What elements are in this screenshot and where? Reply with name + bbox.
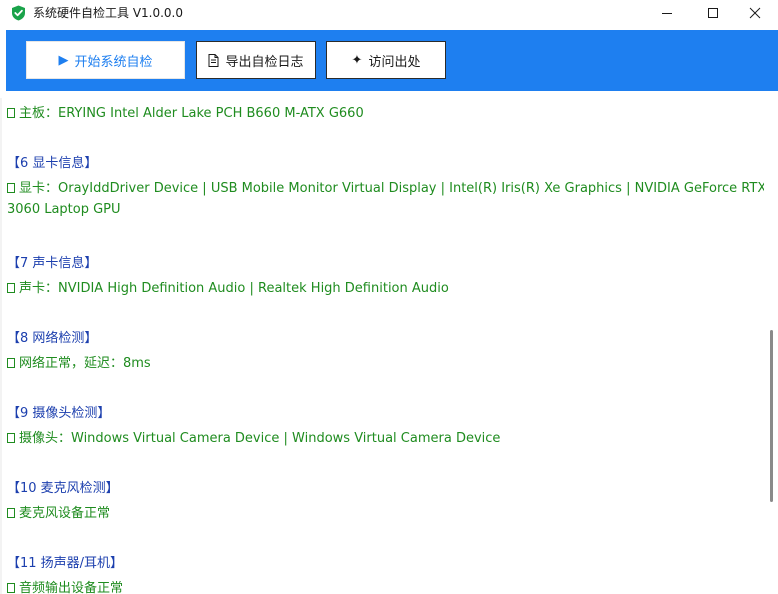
- window-title: 系统硬件自检工具 V1.0.0.0: [33, 6, 184, 20]
- status-box-icon: [7, 358, 15, 368]
- status-box-icon: [7, 583, 15, 593]
- log-line-motherboard: 主板：ERYING Intel Alder Lake PCH B660 M-AT…: [7, 102, 364, 121]
- log-line-gpu-cont: 3060 Laptop GPU: [7, 202, 121, 217]
- scrollbar-thumb[interactable]: [770, 330, 773, 502]
- log-heading-microphone: 【10 麦克风检测】: [7, 481, 119, 496]
- log-heading-speaker: 【11 扬声器/耳机】: [7, 556, 124, 571]
- export-log-button[interactable]: 导出自检日志: [196, 41, 316, 79]
- log-scrollbar[interactable]: [766, 98, 778, 594]
- log-heading-gpu: 【6 显卡信息】: [7, 156, 98, 171]
- log-line-camera: 摄像头：Windows Virtual Camera Device | Wind…: [7, 427, 500, 446]
- log-heading-sound: 【7 声卡信息】: [7, 256, 98, 271]
- close-button[interactable]: [732, 0, 778, 26]
- log-heading-network: 【8 网络检测】: [7, 331, 98, 346]
- maximize-button[interactable]: [690, 0, 736, 26]
- sparkle-icon: ✦: [351, 52, 363, 68]
- start-selfcheck-button[interactable]: ▶ 开始系统自检: [26, 41, 185, 79]
- minimize-icon: [662, 13, 672, 14]
- status-box-icon: [7, 433, 15, 443]
- app-window: 系统硬件自检工具 V1.0.0.0 ▶ 开始系统自检 导出自检日志 ✦ 访问出处…: [0, 0, 778, 594]
- status-box-icon: [7, 508, 15, 518]
- status-box-icon: [7, 108, 15, 118]
- log-line-sound: 声卡：NVIDIA High Definition Audio | Realte…: [7, 277, 449, 296]
- toolbar: ▶ 开始系统自检 导出自检日志 ✦ 访问出处: [6, 30, 778, 91]
- log-heading-camera: 【9 摄像头检测】: [7, 406, 111, 421]
- title-bar[interactable]: 系统硬件自检工具 V1.0.0.0: [0, 0, 778, 26]
- log-line-microphone: 麦克风设备正常: [7, 502, 110, 521]
- visit-source-label: 访问出处: [368, 54, 421, 70]
- minimize-button[interactable]: [644, 0, 690, 26]
- export-log-label: 导出自检日志: [225, 54, 304, 70]
- log-line-gpu: 显卡：OrayIddDriver Device | USB Mobile Mon…: [7, 177, 764, 196]
- shield-check-icon: [12, 5, 25, 21]
- status-box-icon: [7, 183, 15, 193]
- log-line-network: 网络正常，延迟：8ms: [7, 352, 151, 371]
- visit-source-button[interactable]: ✦ 访问出处: [326, 41, 446, 79]
- log-line-speaker: 音频输出设备正常: [7, 577, 123, 594]
- status-box-icon: [7, 283, 15, 293]
- close-icon: [749, 7, 761, 19]
- start-selfcheck-label: 开始系统自检: [74, 54, 153, 70]
- log-output[interactable]: 主板：ERYING Intel Alder Lake PCH B660 M-AT…: [0, 98, 764, 594]
- maximize-icon: [708, 8, 718, 18]
- document-icon: [208, 53, 219, 67]
- play-icon: ▶: [58, 52, 69, 68]
